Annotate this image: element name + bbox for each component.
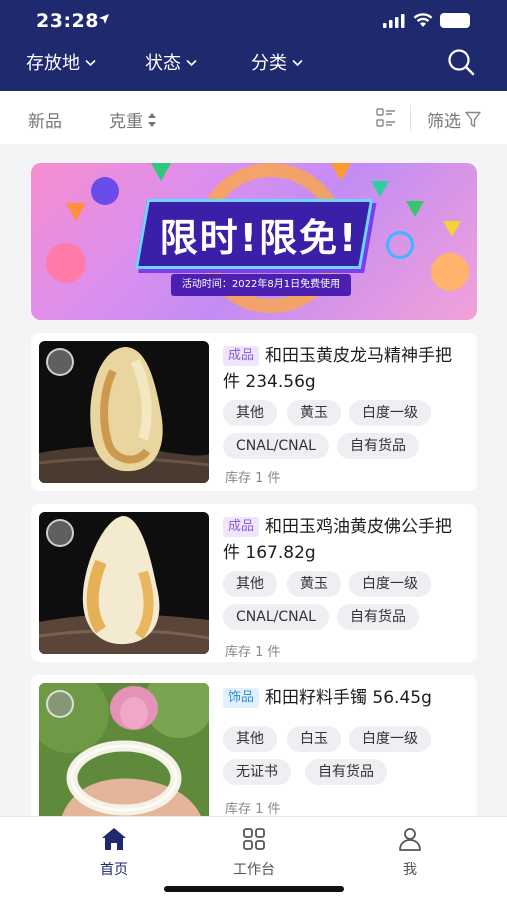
app-header: 23:28 存放地 状态 分类: [0, 0, 507, 91]
banner-decoration: [406, 201, 424, 217]
status-bar: 23:28: [0, 0, 507, 44]
location-arrow-icon: [99, 14, 109, 24]
banner-subtitle: 活动时间：2022年8月1日免费使用: [171, 274, 351, 296]
product-stock: 库存 1 件: [225, 471, 281, 486]
banner-decoration: [151, 163, 171, 181]
home-icon: [102, 828, 126, 850]
product-image: [39, 512, 209, 654]
product-title-block: 成品 和田玉黄皮龙马精神手把件 234.56g: [223, 343, 467, 395]
product-tag: 黄玉: [287, 400, 341, 426]
promo-banner[interactable]: 限时!限免! 活动时间：2022年8月1日免费使用: [31, 163, 477, 320]
home-indicator: [164, 886, 344, 892]
wifi-icon: [413, 13, 433, 27]
sort-new-button[interactable]: 新品: [28, 107, 62, 132]
banner-decoration: [331, 163, 351, 181]
sort-arrows-icon: [148, 112, 156, 127]
tab-me-label: 我: [403, 862, 417, 878]
battery-icon: [440, 13, 470, 28]
cube-icon: [46, 519, 74, 547]
banner-title: 限时!限免!: [159, 216, 359, 260]
product-image: [39, 341, 209, 483]
banner-decoration: [46, 243, 86, 283]
product-title-block: 成品 和田玉鸡油黄皮佛公手把件 167.82g: [223, 514, 467, 566]
product-tag: CNAL/CNAL: [223, 433, 329, 459]
divider: [410, 105, 411, 131]
tab-home-label: 首页: [100, 862, 128, 878]
chevron-down-icon: [85, 59, 96, 67]
product-title: 和田籽料手镯 56.45g: [265, 688, 432, 708]
sort-weight-label: 克重: [109, 112, 143, 132]
cube-icon: [46, 690, 74, 718]
funnel-icon: [465, 111, 481, 128]
banner-decoration: [443, 221, 461, 237]
tab-workbench[interactable]: 工作台: [214, 827, 294, 879]
chevron-down-icon: [186, 59, 197, 67]
grid-icon: [243, 828, 265, 850]
product-tag: 自有货品: [337, 604, 419, 630]
product-type-badge: 饰品: [223, 688, 260, 708]
status-time: 23:28: [36, 10, 99, 32]
product-stock: 库存 1 件: [225, 802, 281, 817]
product-tag: 白度一级: [349, 400, 431, 426]
product-type-badge: 成品: [223, 346, 260, 366]
product-type-badge: 成品: [223, 517, 260, 537]
tab-home[interactable]: 首页: [74, 827, 154, 879]
product-title-block: 饰品 和田籽料手镯 56.45g: [223, 685, 467, 711]
sort-weight-button[interactable]: 克重: [109, 107, 157, 132]
banner-decoration: [91, 177, 119, 205]
filter-status-dropdown[interactable]: 状态: [145, 49, 197, 75]
filter-button[interactable]: 筛选: [427, 107, 481, 132]
filter-nav: 存放地 状态 分类: [0, 44, 507, 91]
product-card[interactable]: 成品 和田玉鸡油黄皮佛公手把件 167.82g 其他 黄玉 白度一级 CNAL/C…: [31, 504, 477, 662]
product-tag: 白度一级: [349, 726, 431, 752]
product-tag: 白度一级: [349, 571, 431, 597]
sort-bar: 新品 克重 筛选: [0, 91, 507, 144]
product-card[interactable]: 成品 和田玉黄皮龙马精神手把件 234.56g 其他 黄玉 白度一级 CNAL/C…: [31, 333, 477, 491]
product-image: [39, 683, 209, 825]
product-stock: 库存 1 件: [225, 645, 281, 660]
product-tag: 自有货品: [305, 759, 387, 785]
search-icon[interactable]: [446, 47, 476, 77]
cellular-signal-icon: [383, 14, 405, 28]
filter-label: 筛选: [427, 112, 461, 132]
product-tag: CNAL/CNAL: [223, 604, 329, 630]
filter-category-dropdown[interactable]: 分类: [251, 49, 303, 75]
banner-decoration: [386, 231, 414, 259]
filter-location-label: 存放地: [26, 53, 80, 74]
banner-decoration: [371, 181, 389, 197]
product-tag: 其他: [223, 571, 277, 597]
product-tag: 黄玉: [287, 571, 341, 597]
banner-decoration: [66, 203, 86, 221]
sort-new-label: 新品: [28, 112, 62, 132]
product-tag: 白玉: [287, 726, 341, 752]
filter-location-dropdown[interactable]: 存放地: [26, 49, 96, 75]
banner-decoration: [431, 253, 469, 291]
person-icon: [399, 828, 421, 851]
tab-workbench-label: 工作台: [233, 862, 275, 878]
tab-me[interactable]: 我: [370, 827, 450, 879]
product-card[interactable]: 饰品 和田籽料手镯 56.45g 其他 白玉 白度一级 无证书 自有货品 库存 1…: [31, 675, 477, 825]
product-tag: 自有货品: [337, 433, 419, 459]
product-tag: 其他: [223, 400, 277, 426]
list-view-icon[interactable]: [376, 108, 396, 128]
product-tag: 其他: [223, 726, 277, 752]
filter-category-label: 分类: [251, 53, 287, 74]
filter-status-label: 状态: [145, 53, 181, 74]
cube-icon: [46, 348, 74, 376]
chevron-down-icon: [292, 59, 303, 67]
product-tag: 无证书: [223, 759, 291, 785]
